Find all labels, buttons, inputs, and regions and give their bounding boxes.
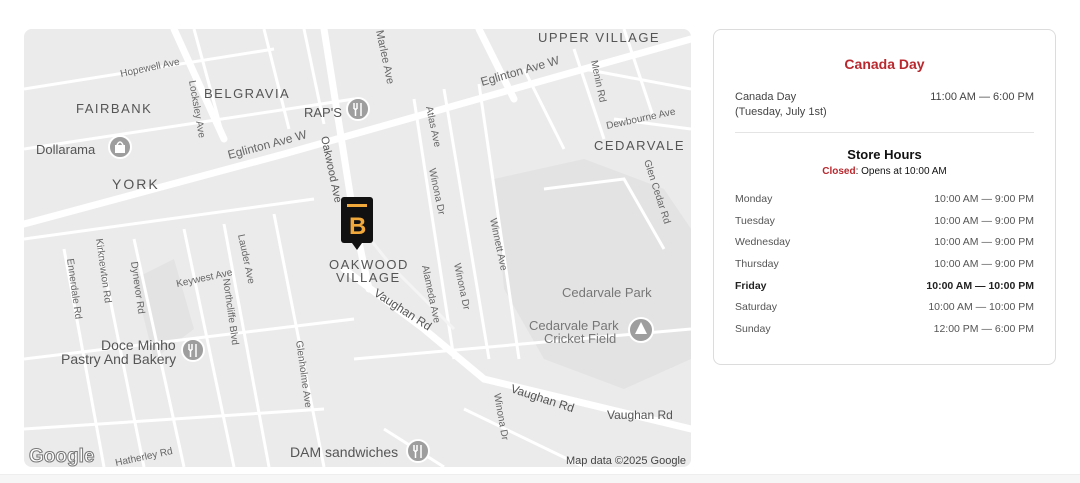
park-marker-icon[interactable] <box>628 317 654 343</box>
hours-card: Canada Day Canada Day (Tuesday, July 1st… <box>713 29 1056 365</box>
store-status: Closed: Opens at 10:00 AM <box>714 166 1055 177</box>
status-closed-label: Closed <box>822 166 856 177</box>
day-name: Sunday <box>735 323 771 336</box>
label-dollarama: Dollarama <box>36 142 96 157</box>
day-row-friday: Friday 10:00 AM — 10:00 PM <box>735 280 1034 302</box>
day-name: Wednesday <box>735 236 791 249</box>
day-hours: 10:00 AM — 9:00 PM <box>934 258 1034 271</box>
store-marker-letter: B <box>349 213 366 240</box>
fork-knife-icon[interactable] <box>346 97 370 121</box>
label-fairbank: FAIRBANK <box>76 101 152 116</box>
day-hours: 10:00 AM — 10:00 PM <box>926 279 1034 292</box>
label-raps: RAP'S <box>304 105 342 120</box>
map[interactable]: UPPER VILLAGE Hopewell Ave BELGRAVIA FAI… <box>24 29 691 467</box>
day-hours: 12:00 PM — 6:00 PM <box>933 323 1034 336</box>
store-hours-title: Store Hours <box>847 147 922 162</box>
label-belgravia: BELGRAVIA <box>204 86 290 101</box>
label-upper-village: UPPER VILLAGE <box>538 30 660 45</box>
day-row-monday: Monday 10:00 AM — 9:00 PM <box>735 193 1034 215</box>
holiday-name-line1: Canada Day <box>735 91 797 103</box>
status-opens-text: : Opens at 10:00 AM <box>855 166 947 177</box>
day-row-thursday: Thursday 10:00 AM — 9:00 PM <box>735 258 1034 280</box>
label-cedarvale: CEDARVALE <box>594 138 685 153</box>
day-hours: 10:00 AM — 9:00 PM <box>934 193 1034 205</box>
day-name: Thursday <box>735 258 779 271</box>
label-dam: DAM sandwiches <box>290 444 398 460</box>
holiday-hours: 11:00 AM — 6:00 PM <box>930 91 1034 103</box>
day-list: Monday 10:00 AM — 9:00 PM Tuesday 10:00 AM… <box>735 193 1034 345</box>
store-marker-icon[interactable]: B <box>341 197 373 250</box>
label-doce-2: Pastry And Bakery <box>61 351 176 367</box>
label-vaughan-3: Vaughan Rd <box>607 408 673 422</box>
fork-knife-icon[interactable] <box>181 338 205 362</box>
fork-knife-icon[interactable] <box>406 439 430 463</box>
label-cedarvale-park: Cedarvale Park <box>562 285 652 300</box>
day-name: Monday <box>735 193 773 205</box>
holiday-name-line2: (Tuesday, July 1st) <box>735 106 827 118</box>
label-cedarvale-cricket-2: Cricket Field <box>544 331 616 346</box>
label-attribution: Map data ©2025 Google <box>566 455 686 467</box>
day-hours: 10:00 AM — 9:00 PM <box>934 236 1034 249</box>
day-row-sunday: Sunday 12:00 PM — 6:00 PM <box>735 323 1034 345</box>
day-hours: 10:00 AM — 10:00 PM <box>928 301 1034 314</box>
day-name: Friday <box>735 279 767 292</box>
holiday-title: Canada Day <box>844 56 925 72</box>
day-name: Saturday <box>735 301 778 314</box>
day-row-tuesday: Tuesday 10:00 AM — 9:00 PM <box>735 215 1034 237</box>
label-oakwood-village-2: VILLAGE <box>336 270 401 285</box>
label-york: YORK <box>112 176 160 192</box>
map-canvas[interactable]: UPPER VILLAGE Hopewell Ave BELGRAVIA FAI… <box>24 29 691 467</box>
day-row-wednesday: Wednesday 10:00 AM — 9:00 PM <box>735 236 1034 258</box>
divider <box>735 132 1034 133</box>
day-name: Tuesday <box>735 214 775 227</box>
shopping-bag-icon[interactable] <box>108 135 132 159</box>
day-hours: 10:00 AM — 9:00 PM <box>934 214 1034 227</box>
holiday-name: Canada Day (Tuesday, July 1st) <box>735 90 875 120</box>
google-logo: Google <box>29 446 94 467</box>
day-row-saturday: Saturday 10:00 AM — 10:00 PM <box>735 301 1034 323</box>
